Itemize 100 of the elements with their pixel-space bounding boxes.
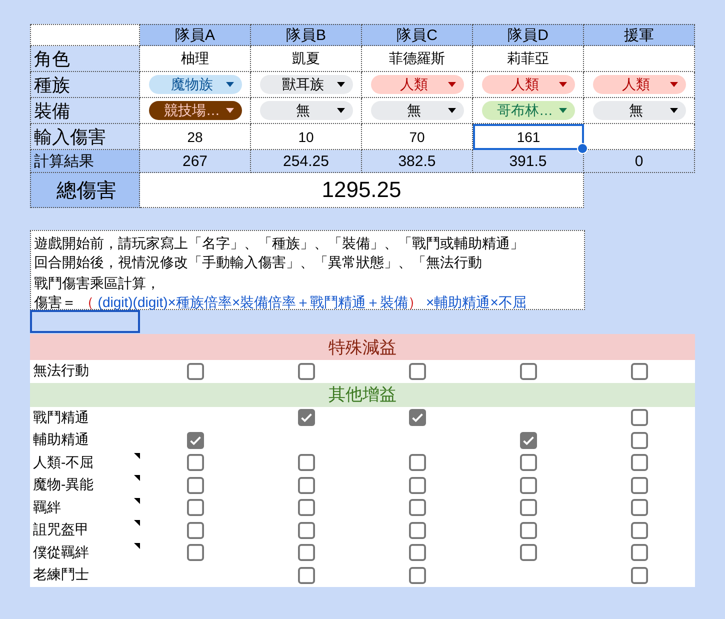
checkbox[interactable]: [520, 476, 537, 494]
input-cell[interactable]: 28: [140, 124, 251, 150]
dropdown-chip[interactable]: 人類: [482, 75, 574, 94]
row-label: 裝備: [30, 98, 140, 124]
section-header: 特殊減益: [30, 334, 695, 360]
checkbox[interactable]: [298, 566, 315, 584]
row-label: 戰鬥精通: [33, 408, 89, 427]
formula-title: 戰鬥傷害乘區計算，: [34, 274, 161, 293]
checkbox[interactable]: [298, 522, 315, 539]
input-cell[interactable]: 10: [251, 124, 362, 150]
checkbox[interactable]: [631, 476, 648, 494]
checkbox[interactable]: [631, 362, 648, 380]
column-header: 隊員D: [473, 24, 584, 46]
table-cell: 柚理: [140, 46, 251, 72]
caret-icon: [448, 108, 456, 113]
table-cell: 莉菲亞: [473, 46, 584, 72]
dropdown-chip[interactable]: 哥布林…: [482, 101, 574, 120]
dropdown-chip[interactable]: 魔物族: [148, 75, 242, 94]
checkbox[interactable]: [298, 499, 315, 516]
caret-icon: [226, 108, 234, 113]
dropdown-chip[interactable]: 人類: [370, 75, 464, 94]
checkbox[interactable]: [631, 499, 648, 516]
column-header: 援軍: [584, 24, 695, 46]
row-label: 老練鬥士: [33, 566, 89, 584]
row-label: 輔助精通: [33, 431, 89, 450]
caret-icon: [558, 108, 566, 113]
checkbox[interactable]: [409, 409, 426, 426]
total-value: 1295.25: [140, 173, 584, 208]
input-cell[interactable]: [584, 124, 695, 150]
row-label: 無法行動: [33, 362, 89, 380]
dropdown-chip[interactable]: 獸耳族: [260, 75, 352, 94]
checkbox[interactable]: [520, 522, 537, 539]
row-label: 計算結果: [30, 150, 140, 173]
selected-cell[interactable]: [30, 310, 140, 333]
row-label: 魔物-異能: [33, 476, 94, 494]
checkbox[interactable]: [187, 544, 204, 562]
table-cell: 254.25: [251, 150, 362, 173]
checkbox[interactable]: [409, 499, 426, 516]
checkbox[interactable]: [520, 432, 537, 449]
checkbox[interactable]: [187, 499, 204, 516]
dropdown-chip[interactable]: 無: [370, 101, 464, 120]
checkbox[interactable]: [409, 362, 426, 380]
caret-icon: [336, 108, 344, 113]
table-cell: 267: [140, 150, 251, 173]
checkbox[interactable]: [298, 362, 315, 380]
column-header: 隊員A: [140, 24, 251, 46]
checkbox[interactable]: [520, 454, 537, 472]
note-text: 遊戲開始前，請玩家寫上「名字」、「種族」、「裝備」、「戰鬥或輔助精通」: [34, 234, 525, 253]
row-label: 角色: [30, 46, 140, 72]
caret-icon: [448, 82, 456, 87]
formula-text: 傷害＝ （ (digit)(digit)×種族倍率×裝備倍率＋戰鬥精通＋裝備） ×輔助精通×不屈: [34, 293, 528, 312]
checkbox[interactable]: [409, 544, 426, 562]
checkbox[interactable]: [520, 499, 537, 516]
dropdown-chip[interactable]: 人類: [592, 75, 686, 94]
checkbox[interactable]: [520, 362, 537, 380]
caret-icon: [336, 82, 344, 87]
dropdown-chip[interactable]: 無: [260, 101, 352, 120]
section-header: 其他增益: [30, 382, 695, 406]
dropdown-chip[interactable]: 競技場…: [148, 101, 242, 120]
checkbox[interactable]: [409, 476, 426, 494]
checkbox[interactable]: [520, 544, 537, 562]
caret-icon: [670, 108, 678, 113]
checkbox[interactable]: [298, 454, 315, 472]
caret-icon: [558, 82, 566, 87]
checkbox[interactable]: [298, 544, 315, 562]
checkbox[interactable]: [631, 544, 648, 562]
checkbox[interactable]: [631, 432, 648, 449]
checkbox[interactable]: [409, 454, 426, 472]
checkbox[interactable]: [187, 454, 204, 472]
table-cell: 菲德羅斯: [362, 46, 473, 72]
column-header: 隊員C: [362, 24, 473, 46]
checkbox[interactable]: [187, 432, 204, 449]
checkbox[interactable]: [187, 362, 204, 380]
checkbox[interactable]: [631, 454, 648, 472]
total-label: 總傷害: [30, 173, 140, 208]
row-label: 輸入傷害: [30, 124, 140, 150]
caret-icon: [226, 82, 234, 87]
caret-icon: [670, 82, 678, 87]
table-cell: 382.5: [362, 150, 473, 173]
checkbox[interactable]: [187, 476, 204, 494]
checkbox[interactable]: [631, 409, 648, 426]
checkbox[interactable]: [631, 522, 648, 539]
row-label: 羈絆: [33, 498, 61, 517]
checkbox[interactable]: [409, 566, 426, 584]
table-cell: 凱夏: [251, 46, 362, 72]
column-header: 隊員B: [251, 24, 362, 46]
checkbox[interactable]: [298, 409, 315, 426]
checkbox[interactable]: [631, 566, 648, 584]
fill-handle[interactable]: [577, 143, 588, 154]
row-label: 詛咒盔甲: [33, 521, 89, 540]
checkbox[interactable]: [409, 522, 426, 539]
checkbox[interactable]: [298, 476, 315, 494]
note-text: 回合開始後，視情況修改「手動輸入傷害」、「異常狀態」、「無法行動: [34, 253, 483, 272]
dropdown-chip[interactable]: 無: [592, 101, 686, 120]
row-label: 種族: [30, 72, 140, 98]
table-cell: 0: [584, 150, 695, 173]
input-cell[interactable]: 70: [362, 124, 473, 150]
checkbox[interactable]: [187, 522, 204, 539]
row-label: 人類-不屈: [33, 454, 94, 472]
row-label: 僕從羈絆: [33, 544, 89, 562]
